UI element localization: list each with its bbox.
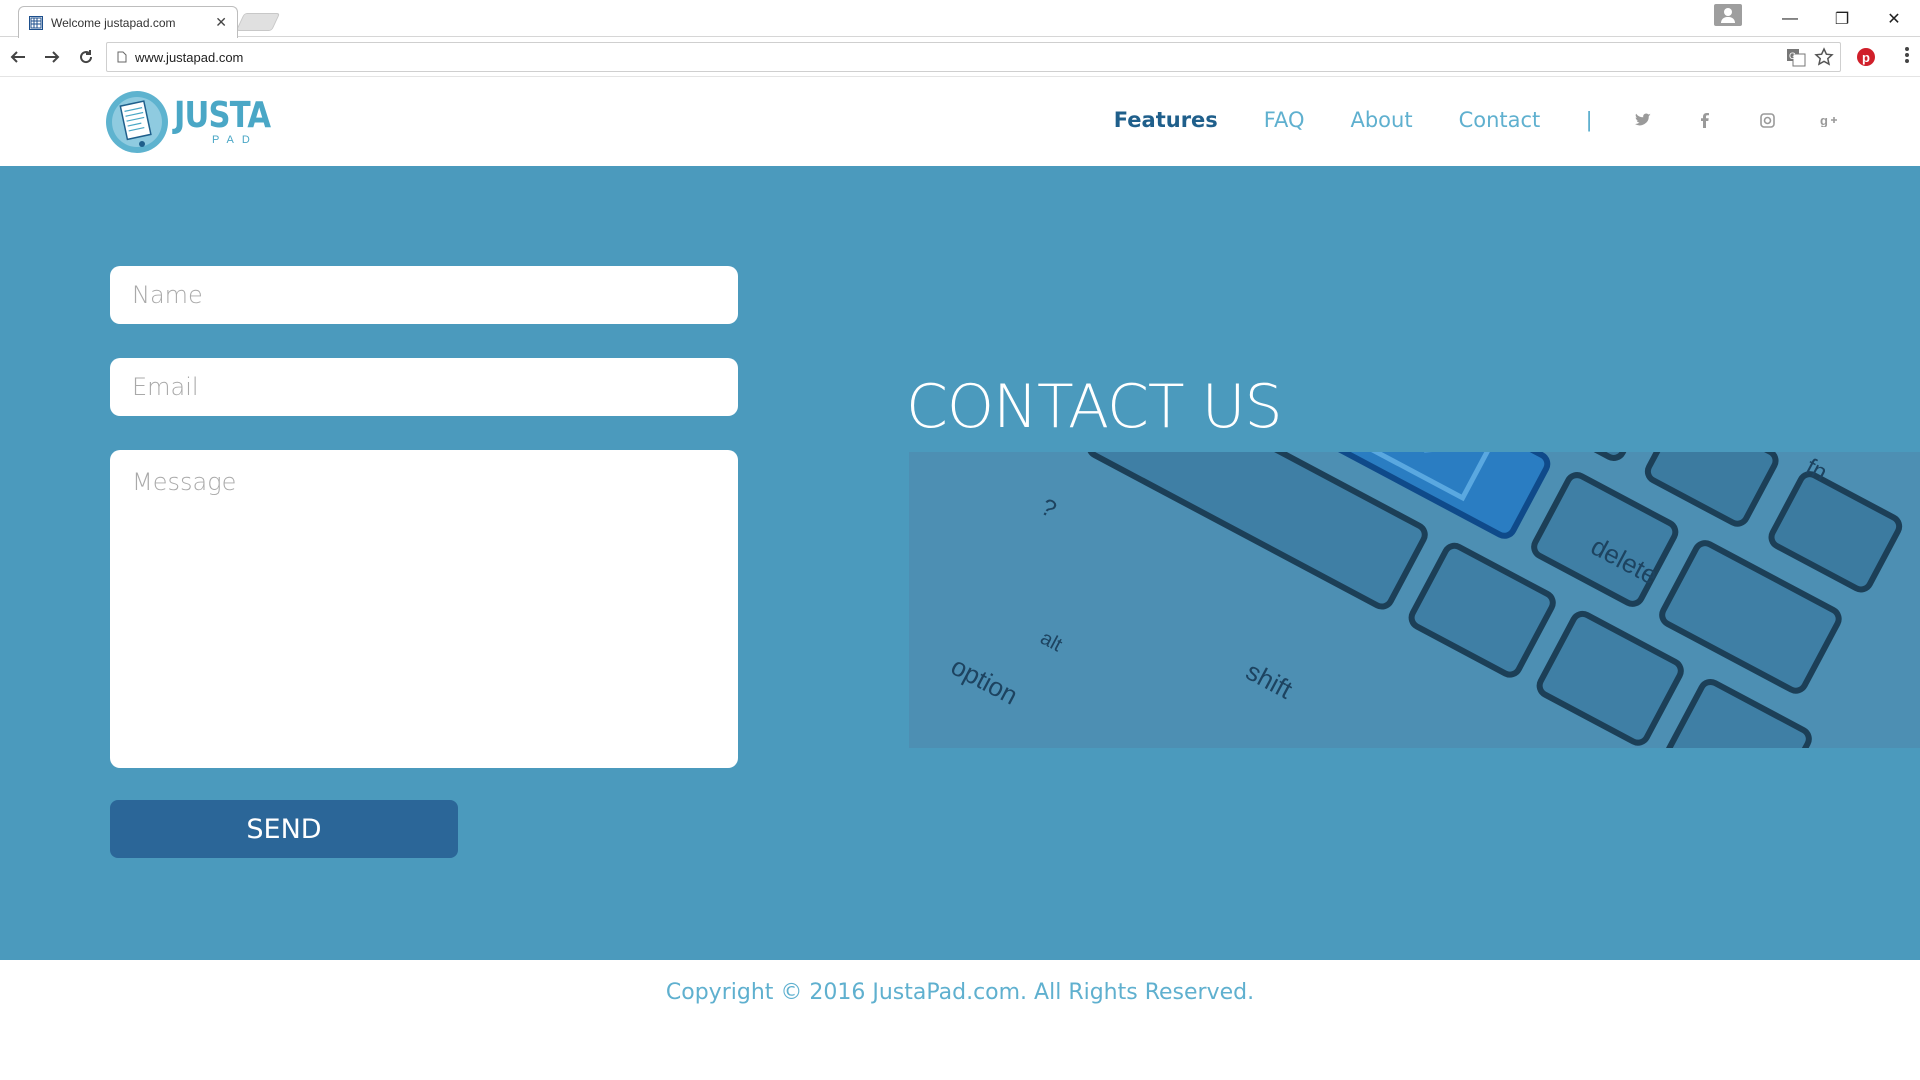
new-tab-button[interactable] bbox=[235, 13, 281, 31]
keyboard-mail-image: ? alt option shift delete fn bbox=[909, 452, 1920, 748]
bookmark-star-icon[interactable] bbox=[1814, 47, 1834, 67]
svg-text:p: p bbox=[1862, 50, 1870, 65]
facebook-icon[interactable] bbox=[1694, 109, 1716, 131]
browser-tab[interactable]: Welcome justapad.com ✕ bbox=[18, 6, 238, 38]
contact-section: SEND CONTACT US ? bbox=[0, 166, 1920, 960]
google-plus-icon[interactable]: g bbox=[1818, 109, 1840, 131]
site-logo[interactable]: JUSTA PAD bbox=[104, 89, 287, 155]
name-input[interactable] bbox=[110, 266, 738, 324]
back-button[interactable] bbox=[2, 41, 34, 73]
svg-text:g: g bbox=[1820, 113, 1828, 127]
logo-wordmark: JUSTA bbox=[174, 95, 271, 136]
site-favicon-icon bbox=[29, 15, 43, 30]
browser-tabstrip: Welcome justapad.com ✕ — ❐ ✕ bbox=[0, 0, 1920, 38]
reload-icon bbox=[80, 49, 93, 63]
back-arrow-icon bbox=[10, 50, 25, 63]
forward-button[interactable] bbox=[36, 41, 68, 73]
nav-contact-link[interactable]: Contact bbox=[1459, 108, 1541, 132]
restore-button[interactable]: ❐ bbox=[1816, 0, 1868, 37]
site-footer: Copyright © 2016 JustaPad.com. All Right… bbox=[0, 960, 1920, 1080]
close-window-button[interactable]: ✕ bbox=[1868, 0, 1920, 37]
translate-icon[interactable]: G bbox=[1786, 47, 1806, 67]
tab-title: Welcome justapad.com bbox=[51, 15, 176, 30]
url-text: www.justapad.com bbox=[135, 49, 244, 65]
nav-faq-link[interactable]: FAQ bbox=[1264, 108, 1305, 132]
main-nav: Features FAQ About Contact | g bbox=[1114, 107, 1840, 133]
reload-button[interactable] bbox=[70, 41, 102, 73]
forward-arrow-icon bbox=[45, 50, 60, 63]
email-input[interactable] bbox=[110, 358, 738, 416]
browser-menu-icon[interactable] bbox=[1904, 45, 1910, 65]
instagram-icon[interactable] bbox=[1756, 109, 1778, 131]
twitter-icon[interactable] bbox=[1632, 109, 1654, 131]
svg-text:G: G bbox=[1789, 51, 1796, 61]
copyright-text: Copyright © 2016 JustaPad.com. All Right… bbox=[665, 980, 1255, 1005]
pinterest-extension-icon[interactable]: p bbox=[1856, 47, 1876, 67]
browser-toolbar: www.justapad.com G p bbox=[0, 37, 1920, 77]
contact-title: CONTACT US bbox=[906, 372, 1283, 442]
send-button[interactable]: SEND bbox=[110, 800, 458, 858]
profile-icon[interactable] bbox=[1714, 4, 1742, 26]
address-bar[interactable]: www.justapad.com G bbox=[106, 42, 1841, 72]
nav-about-link[interactable]: About bbox=[1350, 108, 1412, 132]
message-textarea[interactable] bbox=[110, 450, 738, 768]
nav-features-link[interactable]: Features bbox=[1114, 108, 1218, 132]
nav-separator: | bbox=[1586, 107, 1592, 132]
notepad-logo-icon bbox=[106, 91, 168, 153]
close-tab-icon[interactable]: ✕ bbox=[215, 14, 227, 31]
minimize-button[interactable]: — bbox=[1764, 0, 1816, 37]
window-controls: — ❐ ✕ bbox=[1714, 0, 1920, 37]
page-info-icon bbox=[117, 51, 127, 63]
site-header: JUSTA PAD Features FAQ About Contact | g bbox=[0, 77, 1920, 166]
